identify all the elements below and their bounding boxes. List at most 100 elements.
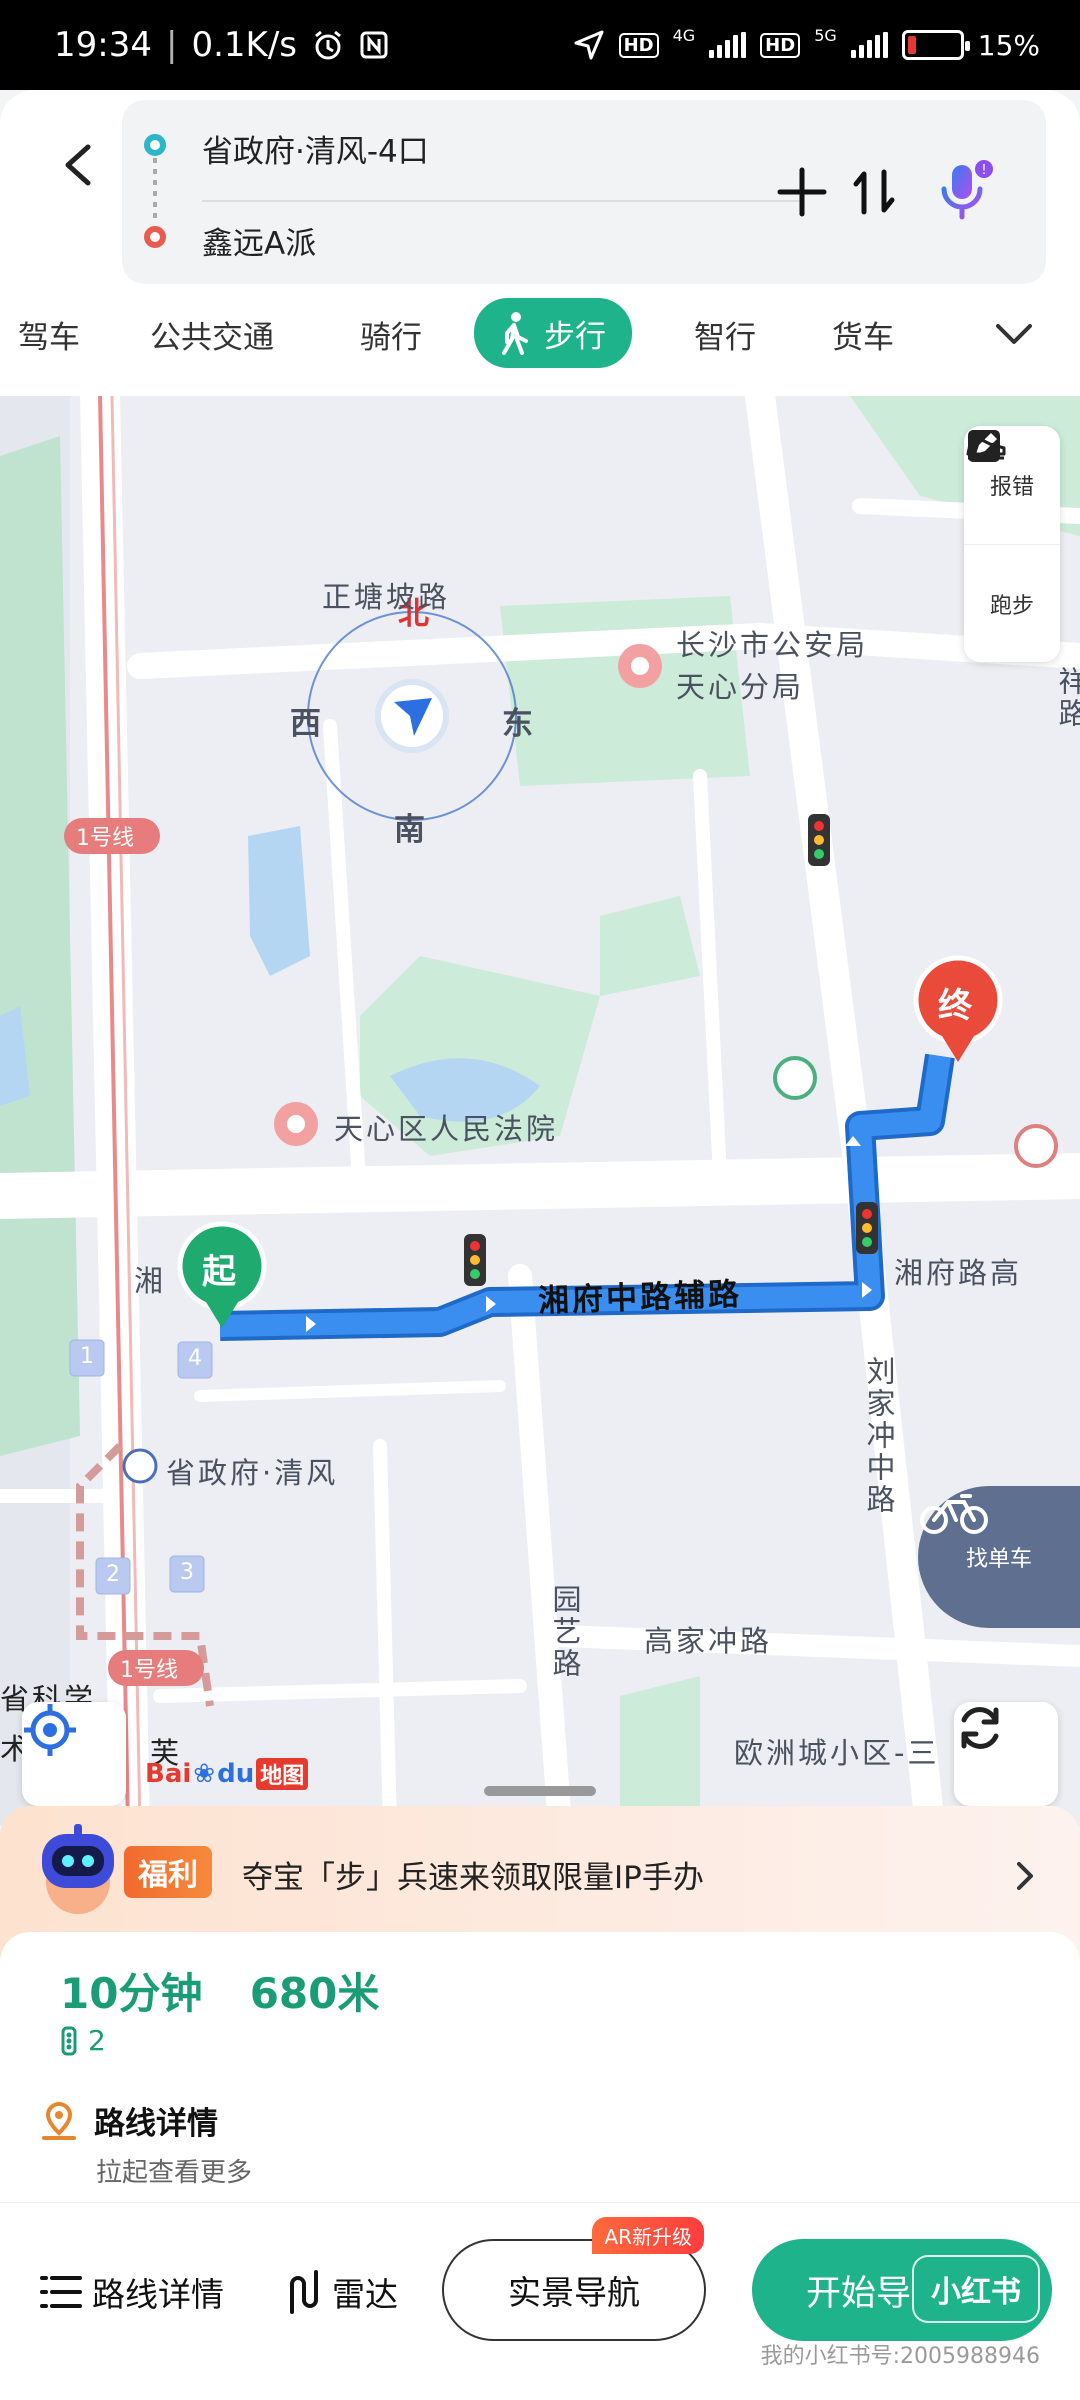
route-summary-card[interactable]: 10分钟 680米 2 路线详情 拉起查看更多 xyxy=(0,1932,1080,2202)
list-icon xyxy=(40,2276,82,2308)
voice-button[interactable]: ! xyxy=(932,160,996,224)
label-road-left: 湘 xyxy=(134,1264,167,1298)
network-5g: 5G xyxy=(814,25,837,45)
origin-field[interactable]: 省政府·清风-4口 xyxy=(202,126,429,171)
refresh-icon xyxy=(961,1707,999,1749)
tab-smart[interactable]: 智行 xyxy=(694,304,756,364)
label-road-right: 湘府路高 xyxy=(894,1256,1023,1290)
radar-icon xyxy=(290,2270,318,2314)
end-marker-label: 终 xyxy=(938,986,975,1026)
label-police: 长沙市公安局 xyxy=(676,628,869,662)
route-detail-title: 路线详情 xyxy=(94,2106,218,2142)
swap-button[interactable] xyxy=(842,160,906,224)
screen: 19:34 | 0.1K/s HD 4G HD 5G 15% 省政府·清风-4口… xyxy=(0,0,1080,2400)
label-road-right-2: 祥路 xyxy=(1054,666,1080,730)
alarm-icon xyxy=(311,28,345,62)
ar-upgrade-badge: AR新升级 xyxy=(592,2217,704,2254)
chevron-left-icon xyxy=(65,144,91,186)
paw-icon: ❀ xyxy=(193,1759,216,1789)
traffic-light-count-value: 2 xyxy=(88,2024,106,2057)
tab-transit[interactable]: 公共交通 xyxy=(150,304,274,364)
map-side-panel: 报错 跑步 xyxy=(964,426,1060,662)
route-connector xyxy=(153,158,157,222)
metro-line-badge-2: 1号线 xyxy=(120,1658,178,1683)
walking-icon xyxy=(502,312,528,355)
destination-field[interactable]: 鑫远A派 xyxy=(202,218,316,263)
ar-navigation-button[interactable]: 实景导航 AR新升级 xyxy=(442,2217,706,2341)
promo-tag: 福利 xyxy=(124,1846,212,1898)
drag-handle[interactable] xyxy=(484,1786,596,1796)
metro-line-badge-1: 1号线 xyxy=(76,826,134,851)
hd-badge-2: HD xyxy=(760,32,801,58)
tab-truck[interactable]: 货车 xyxy=(832,304,894,364)
route-details-button[interactable]: 路线详情 xyxy=(40,2257,224,2327)
compass-south: 南 xyxy=(394,812,428,848)
back-button[interactable] xyxy=(48,130,108,200)
compass-west: 西 xyxy=(290,706,324,742)
tab-walk-label: 步行 xyxy=(544,318,606,355)
refresh-button[interactable] xyxy=(954,1702,1058,1806)
exit-1: 1 xyxy=(80,1344,97,1369)
location-arrow-icon xyxy=(573,29,605,61)
traffic-light-icon xyxy=(61,2026,77,2055)
battery-percent: 15% xyxy=(977,28,1040,62)
status-time: 19:34 xyxy=(54,25,152,65)
label-road-bottom: 高家冲路 xyxy=(644,1624,773,1658)
radar-button[interactable]: 雷达 xyxy=(282,2257,398,2327)
radar-label: 雷达 xyxy=(332,2275,398,2314)
plus-icon xyxy=(777,167,827,217)
label-road-vertical: 刘家冲中路 xyxy=(862,1356,896,1516)
tab-drive[interactable]: 驾车 xyxy=(18,304,80,364)
shoe-icon xyxy=(966,432,1006,460)
route-header: 省政府·清风-4口 鑫远A派 ! 驾车 公共交通 骑行 步行 智行 货车 xyxy=(0,90,1080,400)
route-detail-row[interactable]: 路线详情 xyxy=(40,2098,218,2143)
svg-text:!: ! xyxy=(981,163,986,178)
tab-cycle[interactable]: 骑行 xyxy=(360,304,422,364)
running-label: 跑步 xyxy=(989,593,1034,619)
label-station: 省政府·清风 xyxy=(166,1456,339,1490)
exit-2: 2 xyxy=(106,1562,123,1587)
ar-navigation-label: 实景导航 xyxy=(508,2273,640,2312)
watermark: 我的小红书号:2005988946 xyxy=(760,2344,1040,2369)
label-district: 欧洲城小区-三 xyxy=(734,1736,940,1770)
bicycle-icon xyxy=(920,1494,988,1534)
microphone-icon: ! xyxy=(941,160,993,220)
signal-icon-1 xyxy=(709,32,747,58)
traffic-light-count: 2 xyxy=(58,2024,106,2057)
chevron-right-icon xyxy=(1010,1856,1040,1896)
tab-walk[interactable]: 步行 xyxy=(474,298,632,368)
locate-icon xyxy=(24,1704,76,1756)
label-road-top: 正塘坡路 xyxy=(322,580,451,614)
add-waypoint-button[interactable] xyxy=(770,160,834,224)
bottom-action-bar: 路线详情 雷达 实景导航 AR新升级 开始导航 小红书 xyxy=(0,2202,1080,2400)
route-divider xyxy=(202,200,802,202)
label-main-road: 湘府中路辅路 xyxy=(537,1276,743,1320)
label-police-2: 天心分局 xyxy=(676,670,805,704)
robot-mascot-icon xyxy=(28,1820,128,1920)
locate-button[interactable] xyxy=(22,1702,126,1806)
hd-badge-1: HD xyxy=(618,32,659,58)
route-distance: 680米 xyxy=(249,1969,380,2018)
map-view[interactable]: 北 南 东 西 正塘坡路 长沙市公安局 天心分局 天心区人民法院 湘府中路辅路 … xyxy=(0,396,1080,1826)
start-marker-label: 起 xyxy=(202,1252,239,1292)
running-button[interactable]: 跑步 xyxy=(964,432,1060,662)
swap-icon xyxy=(853,169,895,215)
nfc-icon xyxy=(359,30,389,60)
exit-3: 3 xyxy=(180,1560,197,1585)
chevron-down-icon xyxy=(996,324,1032,344)
baidu-map-logo: Bai ❀ du 地图 xyxy=(145,1758,309,1790)
label-court: 天心区人民法院 xyxy=(334,1112,559,1146)
travel-mode-tabs: 驾车 公共交通 骑行 步行 智行 货车 xyxy=(0,290,1080,376)
find-bike-button[interactable]: 找单车 xyxy=(918,1486,1080,1628)
status-bar: 19:34 | 0.1K/s HD 4G HD 5G 15% xyxy=(0,0,1080,90)
battery-icon xyxy=(901,30,970,60)
more-modes-button[interactable] xyxy=(984,304,1044,364)
net-speed: 0.1K/s xyxy=(191,25,297,65)
route-input-box: 省政府·清风-4口 鑫远A派 ! xyxy=(122,100,1046,284)
promo-text: 夺宝「步」兵速来领取限量IP手办 xyxy=(242,1860,704,1896)
origin-dot-icon xyxy=(144,134,166,156)
xiaohongshu-logo: 小红书 xyxy=(912,2255,1040,2323)
label-road-vertical-2: 园艺路 xyxy=(548,1584,582,1680)
signal-icon-2 xyxy=(850,32,888,58)
find-bike-label: 找单车 xyxy=(965,1547,1032,1572)
